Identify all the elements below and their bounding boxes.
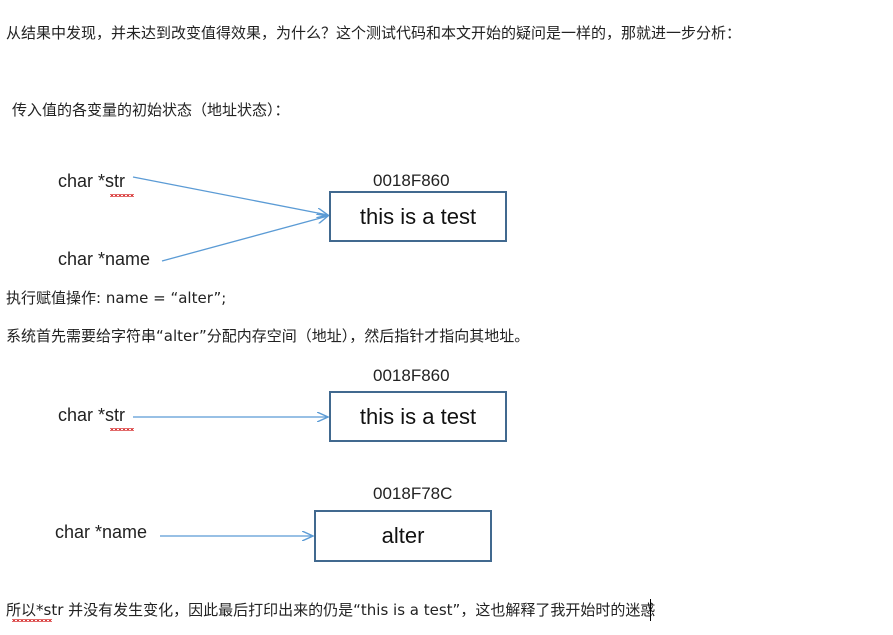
document-page: 从结果中发现，并未达到改变值得效果，为什么？这个测试代码和本文开始的疑问是一样的… <box>0 0 893 635</box>
pointer-arrows <box>132 176 893 635</box>
arrow-str-to-test-1 <box>132 176 328 215</box>
arrow-name-to-test-1 <box>161 216 328 262</box>
text-cursor <box>650 599 651 621</box>
spellcheck-underline <box>12 619 52 622</box>
paragraph-conclusion: 所以*str 并没有发生变化，因此最后打印出来的仍是“this is a tes… <box>6 601 656 619</box>
